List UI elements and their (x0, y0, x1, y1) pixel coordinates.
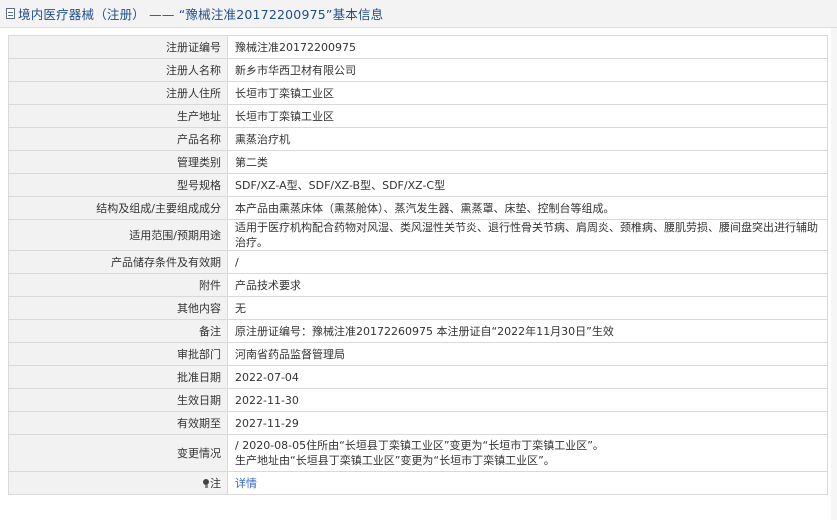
row-label: 注册证编号 (8, 35, 228, 59)
table-row: 型号规格 SDF/XZ-A型、SDF/XZ-B型、SDF/XZ-C型 (8, 173, 828, 197)
row-value: SDF/XZ-A型、SDF/XZ-B型、SDF/XZ-C型 (227, 173, 828, 197)
table-row: 注册证编号 豫械注准20172200975 (8, 35, 828, 59)
row-label: 注册人名称 (8, 58, 228, 82)
row-label: 生产地址 (8, 104, 228, 128)
detail-value-cell: 详情 (227, 471, 828, 495)
table-row: 产品名称 熏蒸治疗机 (8, 127, 828, 151)
row-value: 长垣市丁栾镇工业区 (227, 104, 828, 128)
info-table: 注册证编号 豫械注准20172200975 注册人名称 新乡市华西卫材有限公司 注册… (8, 35, 828, 495)
row-value: 2027-11-29 (227, 411, 828, 435)
row-label: 备注 (8, 319, 228, 343)
row-value: 新乡市华西卫材有限公司 (227, 58, 828, 82)
table-row: 备注 原注册证编号：豫械注准20172260975 本注册证自“2022年11月3… (8, 319, 828, 343)
changes-value: / 2020-08-05住所由“长垣县丁栾镇工业区”变更为“长垣市丁栾镇工业区”… (227, 434, 828, 472)
detail-label-cell: 注 (8, 471, 228, 495)
document-icon (6, 8, 15, 19)
changes-row: 变更情况 / 2020-08-05住所由“长垣县丁栾镇工业区”变更为“长垣市丁栾… (8, 434, 828, 472)
row-value: 原注册证编号：豫械注准20172260975 本注册证自“2022年11月30日… (227, 319, 828, 343)
table-row: 结构及组成/主要组成成分 本产品由熏蒸床体（熏蒸舱体）、蒸汽发生器、熏蒸罩、床垫、… (8, 196, 828, 220)
row-value: 长垣市丁栾镇工业区 (227, 81, 828, 105)
row-value: 2022-11-30 (227, 388, 828, 412)
row-value: 本产品由熏蒸床体（熏蒸舱体）、蒸汽发生器、熏蒸罩、床垫、控制台等组成。 (227, 196, 828, 220)
row-label: 产品储存条件及有效期 (8, 250, 228, 274)
row-value: 无 (227, 296, 828, 320)
table-row: 附件 产品技术要求 (8, 273, 828, 297)
changes-line-2: 生产地址由“长垣县丁栾镇工业区”变更为“长垣市丁栾镇工业区”。 (235, 454, 555, 467)
table-row: 管理类别 第二类 (8, 150, 828, 174)
table-row: 生产地址 长垣市丁栾镇工业区 (8, 104, 828, 128)
detail-row: 注 详情 (8, 471, 828, 495)
table-row: 审批部门 河南省药品监督管理局 (8, 342, 828, 366)
row-label: 管理类别 (8, 150, 228, 174)
row-label: 适用范围/预期用途 (8, 219, 228, 251)
row-label: 其他内容 (8, 296, 228, 320)
row-label: 批准日期 (8, 365, 228, 389)
row-label: 有效期至 (8, 411, 228, 435)
row-value: 第二类 (227, 150, 828, 174)
row-value: / (227, 250, 828, 274)
row-label: 型号规格 (8, 173, 228, 197)
table-row: 有效期至 2027-11-29 (8, 411, 828, 435)
row-label: 审批部门 (8, 342, 228, 366)
table-row: 生效日期 2022-11-30 (8, 388, 828, 412)
table-row: 注册人名称 新乡市华西卫材有限公司 (8, 58, 828, 82)
bulb-icon (203, 479, 209, 489)
row-value: 豫械注准20172200975 (227, 35, 828, 59)
row-value: 河南省药品监督管理局 (227, 342, 828, 366)
changes-line-1: / 2020-08-05住所由“长垣县丁栾镇工业区”变更为“长垣市丁栾镇工业区”… (235, 439, 604, 452)
table-row: 适用范围/预期用途 适用于医疗机构配合药物对风湿、类风湿性关节炎、退行性骨关节病、… (8, 219, 828, 251)
row-value: 产品技术要求 (227, 273, 828, 297)
row-label: 生效日期 (8, 388, 228, 412)
table-row: 产品储存条件及有效期 / (8, 250, 828, 274)
row-value: 2022-07-04 (227, 365, 828, 389)
row-label: 结构及组成/主要组成成分 (8, 196, 228, 220)
row-value: 适用于医疗机构配合药物对风湿、类风湿性关节炎、退行性骨关节病、肩周炎、颈椎病、腰… (227, 219, 828, 251)
detail-label: 注 (210, 476, 221, 490)
scrollbar-track[interactable] (831, 28, 837, 520)
detail-link[interactable]: 详情 (235, 477, 257, 490)
row-label: 产品名称 (8, 127, 228, 151)
row-label: 附件 (8, 273, 228, 297)
row-label: 注册人住所 (8, 81, 228, 105)
row-value: 熏蒸治疗机 (227, 127, 828, 151)
table-row: 其他内容无 (8, 296, 828, 320)
info-table-container: 注册证编号 豫械注准20172200975 注册人名称 新乡市华西卫材有限公司 注册… (8, 35, 828, 495)
page-title: 境内医疗器械（注册） —— “豫械注准20172200975”基本信息 (18, 7, 384, 22)
table-row: 注册人住所 长垣市丁栾镇工业区 (8, 81, 828, 105)
table-row: 批准日期 2022-07-04 (8, 365, 828, 389)
changes-label: 变更情况 (8, 434, 228, 472)
title-bar: 境内医疗器械（注册） —— “豫械注准20172200975”基本信息 (0, 0, 837, 28)
